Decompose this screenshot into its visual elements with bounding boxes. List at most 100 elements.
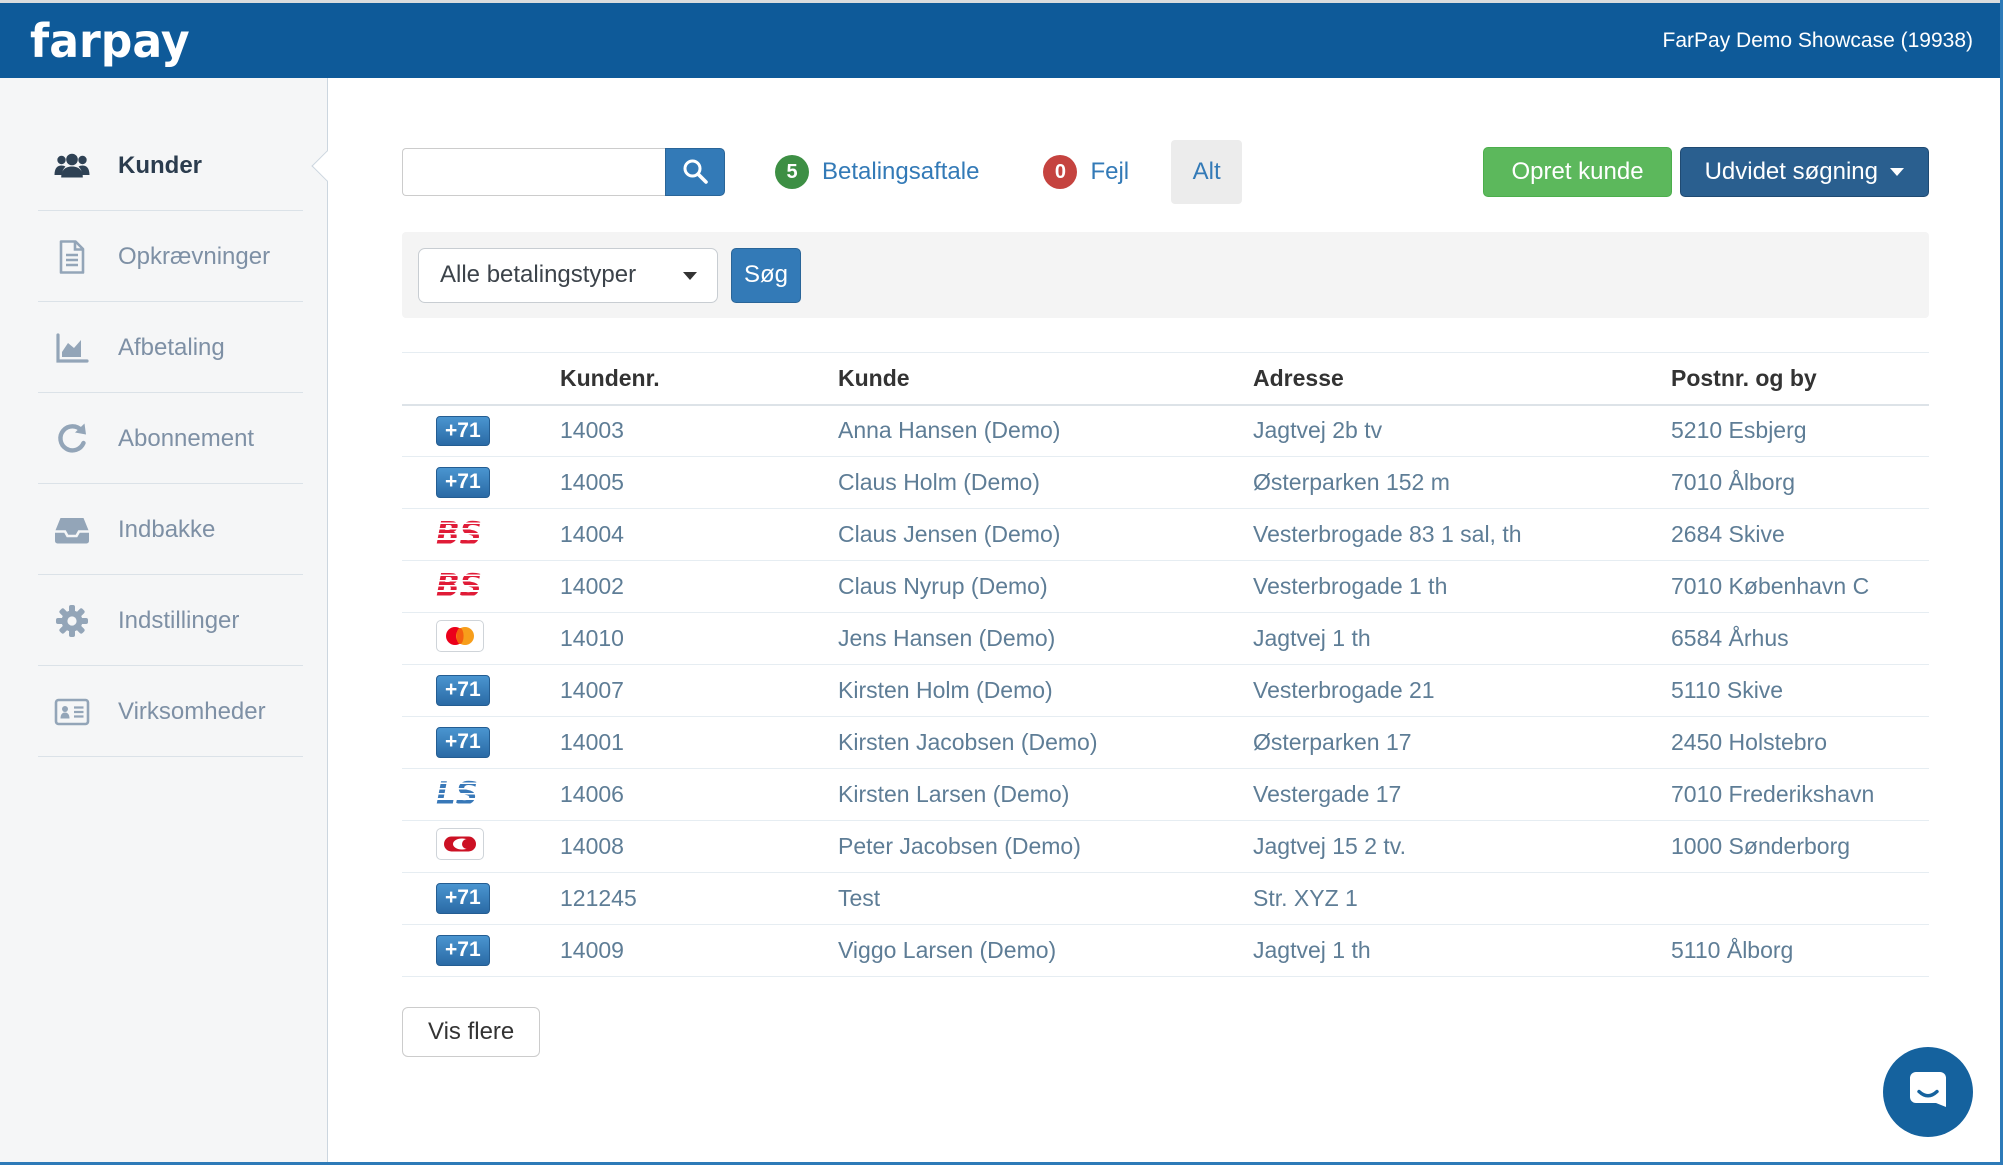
topbar: farpay FarPay Demo Showcase (19938) (0, 0, 2003, 78)
table-row[interactable]: +71 14007 Kirsten Holm (Demo) Vesterbrog… (402, 665, 1929, 717)
table-row[interactable]: LS 14006 Kirsten Larsen (Demo) Vestergad… (402, 769, 1929, 821)
customers-table: Kundenr. Kunde Adresse Postnr. og by +71… (402, 352, 1929, 977)
sidebar-item-kunder[interactable]: Kunder (0, 120, 327, 211)
cell-kundenr: 121245 (552, 873, 830, 925)
id-card-icon (52, 696, 92, 728)
count-badge: 0 (1043, 155, 1077, 189)
advanced-search-button[interactable]: Udvidet søgning (1680, 147, 1929, 197)
cell-kundenr: 14007 (552, 665, 830, 717)
header-payment-icon (402, 353, 552, 405)
table-row[interactable]: BS 14004 Claus Jensen (Demo) Vesterbroga… (402, 509, 1929, 561)
chevron-down-icon (683, 272, 697, 280)
payment-icon-fi71: +71 (436, 675, 490, 705)
status-filters: 5 Betalingsaftale 0 Fejl (775, 155, 1129, 189)
search-input[interactable] (402, 148, 665, 196)
sidebar-item-indstillinger[interactable]: Indstillinger (0, 575, 327, 666)
filter-search-button[interactable]: Søg (731, 248, 801, 303)
tab-alt[interactable]: Alt (1171, 140, 1242, 204)
cell-kundenr: 14009 (552, 925, 830, 977)
header-kunde: Kunde (830, 353, 1245, 405)
filter-betalingsaftale[interactable]: 5 Betalingsaftale (775, 155, 979, 189)
count-badge: 5 (775, 155, 809, 189)
cell-postnr: 5110 Ålborg (1663, 925, 1929, 977)
chevron-down-icon (1890, 168, 1904, 176)
sidebar-item-label: Kunder (118, 152, 202, 180)
header-adresse: Adresse (1245, 353, 1663, 405)
document-icon (52, 239, 92, 275)
sidebar-item-label: Virksomheder (118, 698, 266, 726)
payment-icon-dankort (436, 828, 484, 860)
payment-icon-bs: BS (436, 571, 482, 602)
table-row[interactable]: +71 14001 Kirsten Jacobsen (Demo) Østerp… (402, 717, 1929, 769)
cell-adresse: Jagtvej 1 th (1245, 925, 1663, 977)
create-customer-button[interactable]: Opret kunde (1483, 147, 1671, 197)
table-row[interactable]: +71 121245 Test Str. XYZ 1 (402, 873, 1929, 925)
cell-adresse: Vesterbrogade 21 (1245, 665, 1663, 717)
farpay-app: farpay FarPay Demo Showcase (19938) Kund… (0, 0, 2003, 1165)
header-postnr: Postnr. og by (1663, 353, 1929, 405)
cell-kunde: Test (830, 873, 1245, 925)
sidebar-item-label: Afbetaling (118, 334, 225, 362)
cell-adresse: Vesterbrogade 1 th (1245, 561, 1663, 613)
filter-fejl[interactable]: 0 Fejl (1043, 155, 1129, 189)
cell-kunde: Kirsten Larsen (Demo) (830, 769, 1245, 821)
cell-kunde: Viggo Larsen (Demo) (830, 925, 1245, 977)
filter-label: Fejl (1090, 158, 1129, 186)
cell-postnr: 5110 Skive (1663, 665, 1929, 717)
cell-adresse: Vestergade 17 (1245, 769, 1663, 821)
cell-postnr: 6584 Århus (1663, 613, 1929, 665)
cell-kundenr: 14005 (552, 457, 830, 509)
payment-type-selected-value: Alle betalingstyper (440, 261, 636, 289)
cell-kundenr: 14006 (552, 769, 830, 821)
cell-postnr: 7010 København C (1663, 561, 1929, 613)
account-name: FarPay Demo Showcase (19938) (1663, 29, 1973, 53)
cell-adresse: Jagtvej 1 th (1245, 613, 1663, 665)
cell-kundenr: 14003 (552, 405, 830, 457)
table-row[interactable]: BS 14002 Claus Nyrup (Demo) Vesterbrogad… (402, 561, 1929, 613)
sidebar-item-opkraevninger[interactable]: Opkrævninger (0, 211, 327, 302)
cell-postnr: 5210 Esbjerg (1663, 405, 1929, 457)
payment-icon-mastercard (436, 620, 484, 652)
users-icon (52, 150, 92, 182)
chat-widget-button[interactable] (1883, 1047, 1973, 1137)
cell-postnr: 2450 Holstebro (1663, 717, 1929, 769)
cell-kunde: Jens Hansen (Demo) (830, 613, 1245, 665)
area-chart-icon (52, 331, 92, 365)
search-group (402, 148, 725, 196)
cell-postnr: 1000 Sønderborg (1663, 821, 1929, 873)
table-row[interactable]: +71 14003 Anna Hansen (Demo) Jagtvej 2b … (402, 405, 1929, 457)
cell-adresse: Jagtvej 15 2 tv. (1245, 821, 1663, 873)
sidebar-item-abonnement[interactable]: Abonnement (0, 393, 327, 484)
payment-icon-fi71: +71 (436, 935, 490, 965)
table-row[interactable]: 14008 Peter Jacobsen (Demo) Jagtvej 15 2… (402, 821, 1929, 873)
cell-kunde: Claus Nyrup (Demo) (830, 561, 1245, 613)
cell-adresse: Vesterbrogade 83 1 sal, th (1245, 509, 1663, 561)
gear-icon (52, 604, 92, 638)
advanced-search-label: Udvidet søgning (1705, 158, 1878, 186)
sidebar-item-indbakke[interactable]: Indbakke (0, 484, 327, 575)
payment-icon-ls: LS (436, 779, 478, 810)
sidebar-item-label: Abonnement (118, 425, 254, 453)
sidebar-item-label: Indstillinger (118, 607, 239, 635)
cell-kunde: Kirsten Jacobsen (Demo) (830, 717, 1245, 769)
table-row[interactable]: +71 14009 Viggo Larsen (Demo) Jagtvej 1 … (402, 925, 1929, 977)
search-button[interactable] (665, 148, 725, 196)
cell-kunde: Kirsten Holm (Demo) (830, 665, 1245, 717)
show-more-button[interactable]: Vis flere (402, 1007, 540, 1057)
sidebar-item-label: Opkrævninger (118, 243, 270, 271)
table-header-row: Kundenr. Kunde Adresse Postnr. og by (402, 353, 1929, 405)
filter-panel: Alle betalingstyper Søg (402, 232, 1929, 318)
payment-type-select[interactable]: Alle betalingstyper (418, 248, 718, 303)
inbox-icon (52, 514, 92, 546)
sidebar-item-afbetaling[interactable]: Afbetaling (0, 302, 327, 393)
sidebar-item-virksomheder[interactable]: Virksomheder (0, 666, 327, 757)
cell-kunde: Claus Holm (Demo) (830, 457, 1245, 509)
table-row[interactable]: +71 14005 Claus Holm (Demo) Østerparken … (402, 457, 1929, 509)
farpay-logo[interactable]: farpay (30, 18, 190, 64)
cell-adresse: Jagtvej 2b tv (1245, 405, 1663, 457)
chat-bubble-icon (1883, 1124, 1973, 1141)
cell-postnr: 7010 Frederikshavn (1663, 769, 1929, 821)
cell-kundenr: 14001 (552, 717, 830, 769)
table-row[interactable]: 14010 Jens Hansen (Demo) Jagtvej 1 th 65… (402, 613, 1929, 665)
sidebar: Kunder Opkrævninger Afbetaling Abonnemen… (0, 78, 328, 1165)
